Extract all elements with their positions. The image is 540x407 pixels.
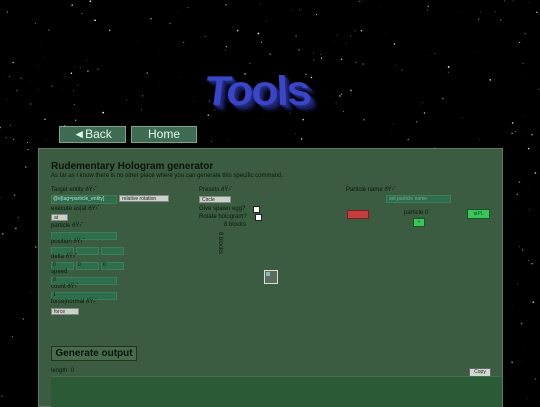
hologram-preview-canvas[interactable] (264, 270, 278, 284)
count-label: count ðŸ›ˆ (51, 284, 79, 290)
delta-y-value: 0 (78, 262, 81, 268)
particle-counter-button[interactable]: + (413, 218, 425, 227)
particle-name-input[interactable]: set particle name (389, 196, 427, 202)
target-entity-label: Target entity ðŸ›ˆ (51, 187, 97, 193)
tools-logo: Tools (201, 69, 329, 115)
rotate-label: Rotate hologram? (199, 214, 247, 220)
count-value: 1 (53, 292, 56, 298)
particle-counter: particle 0 (404, 210, 428, 216)
position-label: position ðŸ›ˆ (51, 239, 85, 245)
delta-z-value: 0 (103, 262, 106, 268)
target-entity-input[interactable]: @e[tag=particle_entity] (53, 196, 104, 202)
particle-name-label: Particle name ðŸ›ˆ (346, 187, 396, 193)
remove-particle-button[interactable] (347, 210, 369, 219)
speed-label: speed (51, 269, 67, 275)
delta-z-input[interactable]: 0 (101, 262, 124, 270)
execute-select[interactable]: at (51, 214, 68, 221)
blocks-horizontal-label: 8 blocks (224, 222, 246, 228)
image-icon (266, 272, 270, 276)
page-title: Rudementary Hologram generator (51, 161, 213, 172)
output-length: length: 0 (51, 368, 74, 374)
execute-label: execute as|at ðŸ›ˆ (51, 206, 100, 212)
spawn-egg-label: Give spawn egg? (199, 206, 245, 212)
back-button[interactable]: ◄Back (59, 126, 126, 143)
presets-select[interactable]: Circle (199, 196, 231, 203)
blocks-vertical-label: 8 blocks (217, 232, 223, 254)
subtitle: As far as I know there is no other place… (51, 173, 283, 179)
position-y-input[interactable] (76, 247, 99, 255)
output-textarea[interactable] (51, 376, 502, 407)
delta-y-input[interactable]: 0 (76, 262, 99, 270)
speed-value: 0 (53, 277, 56, 283)
particle-label: particle ðŸ›ˆ (51, 223, 83, 229)
rotate-checkbox[interactable] (255, 214, 262, 221)
force-select[interactable]: force (51, 308, 79, 315)
delta-x-value: 0 (53, 262, 56, 268)
add-particle-button[interactable]: ⊕PL (467, 209, 490, 219)
presets-label: Presets ðŸ›ˆ (199, 187, 232, 193)
hologram-generator-panel: Rudementary Hologram generator As far as… (38, 148, 503, 407)
position-z-input[interactable] (101, 247, 124, 255)
spawn-egg-checkbox[interactable] (253, 206, 260, 213)
generate-output-button[interactable]: Generate output (51, 346, 137, 361)
force-label: force|normal ðŸ›ˆ (51, 299, 97, 305)
delta-label: delta ðŸ›ˆ (51, 254, 77, 260)
rotation-select[interactable]: relative rotation (119, 195, 169, 202)
home-button[interactable]: Home (131, 126, 197, 143)
